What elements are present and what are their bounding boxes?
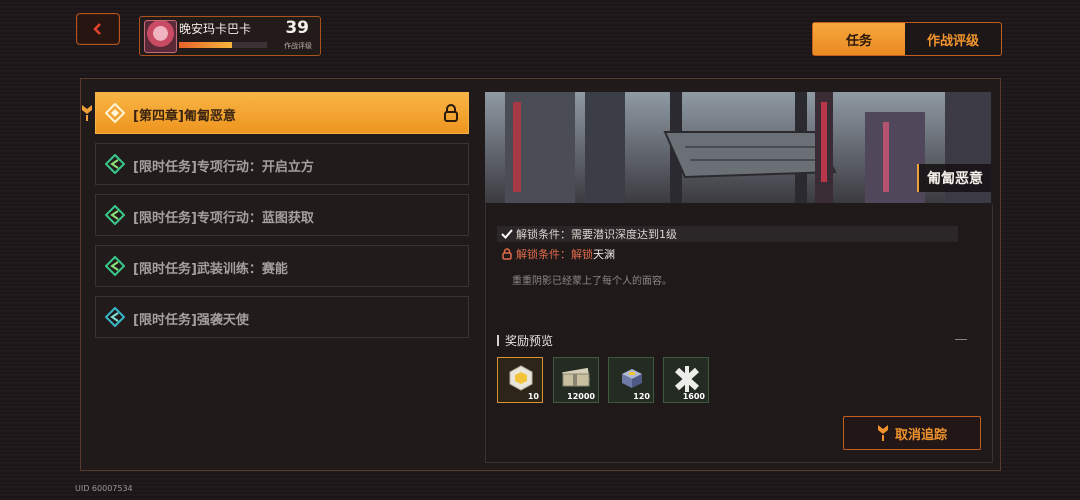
reward-quantity: 1600 xyxy=(682,392,705,401)
reward-preview-title: 奖励预览 xyxy=(505,334,554,348)
header-bar xyxy=(497,335,499,346)
condition-requirement: 解锁 xyxy=(571,248,593,261)
mission-item-limited-3[interactable]: [限时任务]武装训练：赛能 xyxy=(95,245,469,287)
mission-label: [限时任务]武装训练：赛能 xyxy=(133,262,288,277)
divider xyxy=(955,339,967,340)
tracking-marker-icon xyxy=(82,105,92,121)
cash-bundle-icon xyxy=(562,367,590,387)
limited-task-icon xyxy=(105,205,125,225)
reward-item-1[interactable]: 10 xyxy=(497,357,543,403)
industrial-scene-illustration xyxy=(485,92,991,203)
player-level: 39 xyxy=(285,18,309,38)
reward-item-2[interactable]: 12000 xyxy=(553,357,599,403)
mission-description: 重重阴影已经蒙上了每个人的面容。 xyxy=(512,276,672,287)
condition-text: 解锁条件：需要潜识深度达到1级 xyxy=(516,228,677,241)
lock-icon xyxy=(444,104,458,122)
user-id: UID 60007534 xyxy=(75,484,133,493)
reward-preview-header: 奖励预览 xyxy=(497,332,553,349)
reward-item-3[interactable]: 120 xyxy=(608,357,654,403)
tab-missions[interactable]: 任务 xyxy=(813,23,905,55)
cancel-tracking-label: 取消追踪 xyxy=(894,427,947,443)
mission-preview-image: 匍匐恶意 xyxy=(485,92,991,203)
mission-item-limited-2[interactable]: [限时任务]专项行动：蓝图获取 xyxy=(95,194,469,236)
reward-quantity: 10 xyxy=(527,392,539,401)
preview-title: 匍匐恶意 xyxy=(917,164,991,192)
lock-icon xyxy=(502,248,512,260)
player-name: 晚安玛卡巴卡 xyxy=(179,22,252,36)
tab-combat-rating[interactable]: 作战评级 xyxy=(905,23,1001,55)
limited-task-icon xyxy=(105,154,125,174)
chevron-left-icon xyxy=(93,23,101,35)
mission-item-chapter4[interactable]: [第四章]匍匐恶意 xyxy=(95,92,469,134)
exp-cross-icon xyxy=(674,366,700,392)
material-chip-icon xyxy=(622,369,642,388)
cancel-tracking-button[interactable]: 取消追踪 xyxy=(843,416,981,450)
avatar xyxy=(144,20,177,53)
mission-label: [第四章]匍匐恶意 xyxy=(133,109,236,124)
mission-label: [限时任务]专项行动：蓝图获取 xyxy=(133,211,314,226)
cube-crystal-icon xyxy=(509,365,533,391)
back-button[interactable] xyxy=(76,13,120,45)
check-icon xyxy=(501,229,513,239)
limited-task-icon xyxy=(105,256,125,276)
reward-quantity: 120 xyxy=(633,392,650,401)
condition-value: 天渊 xyxy=(593,248,615,261)
mission-item-limited-1[interactable]: [限时任务]专项行动：开启立方 xyxy=(95,143,469,185)
mission-label: [限时任务]强袭天使 xyxy=(133,313,249,328)
player-level-label: 作战评级 xyxy=(284,42,312,50)
condition-prefix: 解锁条件： xyxy=(516,248,571,261)
tracking-marker-icon xyxy=(877,425,888,441)
mission-item-limited-4[interactable]: [限时任务]强袭天使 xyxy=(95,296,469,338)
unlock-condition-met: 解锁条件：需要潜识深度达到1级 xyxy=(497,226,958,242)
reward-quantity: 12000 xyxy=(567,392,595,401)
limited-task-icon xyxy=(105,307,125,327)
player-progress-bar xyxy=(179,42,267,48)
player-card[interactable]: 晚安玛卡巴卡 39 作战评级 xyxy=(139,16,321,56)
chapter-diamond-icon xyxy=(105,103,125,123)
player-progress-fill xyxy=(179,42,232,48)
mission-label: [限时任务]专项行动：开启立方 xyxy=(133,160,314,175)
reward-item-4[interactable]: 1600 xyxy=(663,357,709,403)
tab-bar: 任务 作战评级 xyxy=(812,22,1002,56)
